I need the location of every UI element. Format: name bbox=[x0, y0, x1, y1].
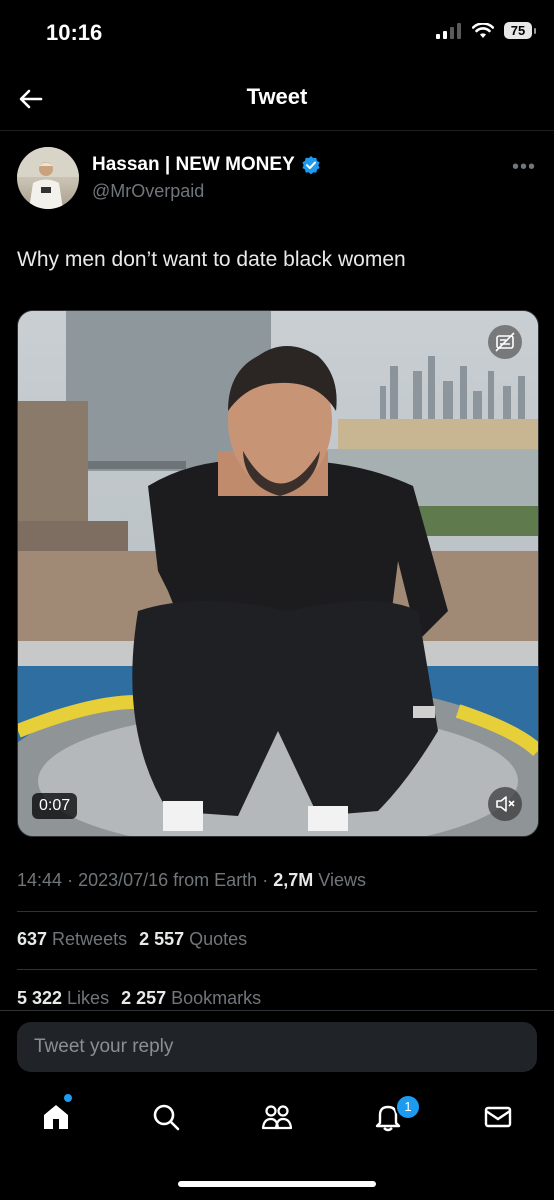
video-duration: 0:07 bbox=[32, 793, 78, 819]
avatar[interactable] bbox=[17, 147, 79, 209]
author-name[interactable]: Hassan | NEW MONEY bbox=[92, 154, 321, 176]
quotes-label[interactable]: Quotes bbox=[189, 929, 247, 949]
author-name-text[interactable]: Hassan | NEW MONEY bbox=[92, 154, 295, 176]
likes-count[interactable]: 5 322 bbox=[17, 988, 62, 1008]
messages-icon[interactable] bbox=[478, 1097, 518, 1137]
tweet-time: 14:44 bbox=[17, 870, 63, 890]
verified-badge-icon bbox=[302, 156, 320, 175]
captions-icon[interactable] bbox=[488, 325, 522, 359]
battery-indicator: 75 bbox=[504, 22, 536, 39]
signal-icon bbox=[436, 22, 461, 39]
header-divider bbox=[0, 130, 554, 131]
page-title: Tweet bbox=[246, 84, 308, 109]
quotes-stat[interactable]: 2 557 Quotes bbox=[139, 929, 247, 950]
video-player[interactable] bbox=[17, 310, 539, 837]
stats-row-1: 637 Retweets 2 557 Quotes bbox=[17, 929, 247, 950]
reply-input[interactable]: Tweet your reply bbox=[17, 1022, 537, 1072]
retweets-stat[interactable]: 637 Retweets bbox=[17, 929, 127, 950]
divider bbox=[17, 969, 537, 970]
tweet-source: from Earth bbox=[173, 870, 258, 890]
stats-row-2: 5 322 Likes 2 257 Bookmarks bbox=[17, 988, 261, 1009]
status-icons: 75 bbox=[436, 22, 536, 39]
tweet-text: Why men don’t want to date black women bbox=[17, 248, 406, 271]
retweets-label[interactable]: Retweets bbox=[52, 929, 127, 949]
bookmarks-stat[interactable]: 2 257 Bookmarks bbox=[121, 988, 261, 1009]
bookmarks-label[interactable]: Bookmarks bbox=[171, 988, 261, 1008]
communities-icon[interactable] bbox=[257, 1097, 297, 1137]
home-indicator[interactable] bbox=[178, 1181, 376, 1187]
quotes-count[interactable]: 2 557 bbox=[139, 929, 184, 949]
notification-count-badge: 1 bbox=[395, 1094, 421, 1120]
retweets-count[interactable]: 637 bbox=[17, 929, 47, 949]
likes-stat[interactable]: 5 322 Likes bbox=[17, 988, 109, 1009]
search-icon[interactable] bbox=[146, 1097, 186, 1137]
views-label: Views bbox=[318, 870, 366, 890]
views-count: 2,7M bbox=[273, 870, 314, 890]
more-options-icon[interactable]: ••• bbox=[512, 156, 536, 179]
reply-divider bbox=[0, 1010, 554, 1011]
tweet-meta: 14:44 · 2023/07/16 from Earth · 2,7M Vie… bbox=[17, 870, 366, 890]
home-icon[interactable] bbox=[36, 1097, 76, 1137]
likes-label[interactable]: Likes bbox=[67, 988, 109, 1008]
speaker-muted-icon[interactable] bbox=[488, 787, 522, 821]
new-activity-dot bbox=[64, 1094, 72, 1102]
tweet-date: 2023/07/16 bbox=[78, 870, 169, 890]
divider bbox=[17, 911, 537, 912]
wifi-icon bbox=[472, 22, 494, 38]
bookmarks-count[interactable]: 2 257 bbox=[121, 988, 166, 1008]
status-time: 10:16 bbox=[46, 20, 103, 45]
author-handle[interactable]: @MrOverpaid bbox=[92, 181, 204, 202]
